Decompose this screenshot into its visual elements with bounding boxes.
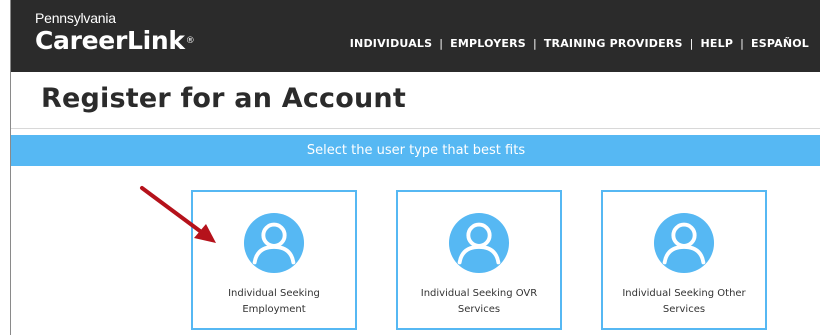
card-individual-seeking-employment[interactable]: Individual Seeking Employment [191, 190, 357, 330]
nav-separator: | [689, 37, 694, 50]
user-icon [448, 212, 510, 274]
page-frame: Pennsylvania CareerLink® INDIVIDUALS | E… [10, 0, 820, 335]
careerlink-logo[interactable]: Pennsylvania CareerLink® [35, 10, 195, 55]
logo-registered-mark: ® [185, 36, 195, 46]
site-header: Pennsylvania CareerLink® INDIVIDUALS | E… [11, 0, 820, 72]
nav-separator: | [439, 37, 444, 50]
card-label: Individual Seeking OVR Services [420, 288, 538, 315]
nav-help[interactable]: HELP [701, 37, 734, 50]
user-icon [653, 212, 715, 274]
divider [11, 128, 820, 129]
nav-separator: | [532, 37, 537, 50]
nav-individuals[interactable]: INDIVIDUALS [350, 37, 433, 50]
logo-brand-name: CareerLink [35, 26, 185, 55]
card-label: Individual Seeking Employment [228, 288, 320, 315]
user-icon [243, 212, 305, 274]
nav-training-providers[interactable]: TRAINING PROVIDERS [544, 37, 683, 50]
instruction-banner: Select the user type that best fits [11, 135, 820, 166]
main-nav: INDIVIDUALS | EMPLOYERS | TRAINING PROVI… [350, 37, 809, 50]
nav-employers[interactable]: EMPLOYERS [450, 37, 526, 50]
nav-separator: | [740, 37, 745, 50]
logo-state-text: Pennsylvania [35, 10, 116, 26]
card-individual-seeking-ovr-services[interactable]: Individual Seeking OVR Services [396, 190, 562, 330]
page-title: Register for an Account [41, 83, 406, 114]
card-label: Individual Seeking Other Services [622, 288, 746, 315]
logo-brand-text: CareerLink® [35, 26, 195, 55]
nav-espanol[interactable]: ESPAÑOL [751, 37, 809, 50]
card-individual-seeking-other-services[interactable]: Individual Seeking Other Services [601, 190, 767, 330]
